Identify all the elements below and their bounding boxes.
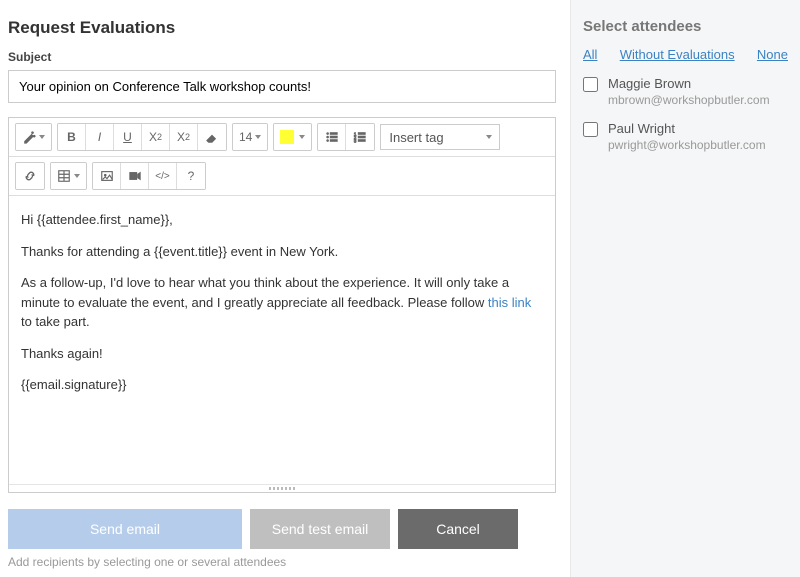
unordered-list-button[interactable] bbox=[318, 124, 346, 150]
resize-handle[interactable] bbox=[9, 484, 555, 492]
toolbar-row-2: </> ? bbox=[9, 157, 555, 196]
svg-text:3: 3 bbox=[354, 138, 357, 143]
attendee-checkbox[interactable] bbox=[583, 122, 598, 137]
filter-none[interactable]: None bbox=[757, 47, 788, 62]
font-size-select[interactable]: 14 bbox=[233, 124, 267, 150]
attendees-title: Select attendees bbox=[583, 18, 788, 35]
attendee-checkbox[interactable] bbox=[583, 77, 598, 92]
attendee-email: mbrown@workshopbutler.com bbox=[608, 93, 770, 107]
font-size-value: 14 bbox=[239, 130, 252, 144]
attendee-row: Paul Wright pwright@workshopbutler.com bbox=[583, 121, 788, 152]
attendee-row: Maggie Brown mbrown@workshopbutler.com bbox=[583, 76, 788, 107]
insert-tag-select[interactable]: Insert tag bbox=[380, 124, 500, 150]
highlight-color-button[interactable] bbox=[274, 124, 311, 150]
bold-button[interactable]: B bbox=[58, 124, 86, 150]
body-line: Hi {{attendee.first_name}}, bbox=[21, 210, 543, 230]
filter-without-evaluations[interactable]: Without Evaluations bbox=[620, 47, 735, 62]
body-line: Thanks for attending a {{event.title}} e… bbox=[21, 242, 543, 262]
cancel-button[interactable]: Cancel bbox=[398, 509, 518, 549]
attendee-email: pwright@workshopbutler.com bbox=[608, 138, 766, 152]
eraser-icon[interactable] bbox=[198, 124, 226, 150]
magic-icon[interactable] bbox=[16, 124, 51, 150]
subject-input[interactable] bbox=[8, 70, 556, 103]
send-test-email-button[interactable]: Send test email bbox=[250, 509, 390, 549]
filter-all[interactable]: All bbox=[583, 47, 597, 62]
help-icon[interactable]: ? bbox=[177, 163, 205, 189]
body-line: As a follow-up, I'd love to hear what yo… bbox=[21, 273, 543, 332]
attendee-name: Paul Wright bbox=[608, 121, 766, 136]
link-icon[interactable] bbox=[16, 163, 44, 189]
toolbar-row-1: B I U X2 X2 14 123 bbox=[9, 118, 555, 157]
code-view-button[interactable]: </> bbox=[149, 163, 177, 189]
action-bar: Send email Send test email Cancel bbox=[8, 509, 556, 549]
superscript-button[interactable]: X2 bbox=[142, 124, 170, 150]
body-text: to take part. bbox=[21, 314, 90, 329]
editor: B I U X2 X2 14 123 bbox=[8, 117, 556, 493]
body-line: Thanks again! bbox=[21, 344, 543, 364]
editor-content[interactable]: Hi {{attendee.first_name}}, Thanks for a… bbox=[9, 196, 555, 484]
subject-label: Subject bbox=[8, 50, 556, 64]
table-icon[interactable] bbox=[51, 163, 86, 189]
recipient-hint: Add recipients by selecting one or sever… bbox=[8, 555, 556, 569]
page-title: Request Evaluations bbox=[8, 18, 556, 38]
image-icon[interactable] bbox=[93, 163, 121, 189]
underline-button[interactable]: U bbox=[114, 124, 142, 150]
ordered-list-button[interactable]: 123 bbox=[346, 124, 374, 150]
attendee-name: Maggie Brown bbox=[608, 76, 770, 91]
body-text: As a follow-up, I'd love to hear what yo… bbox=[21, 275, 509, 310]
body-line: {{email.signature}} bbox=[21, 375, 543, 395]
send-email-button[interactable]: Send email bbox=[8, 509, 242, 549]
subscript-button[interactable]: X2 bbox=[170, 124, 198, 150]
video-icon[interactable] bbox=[121, 163, 149, 189]
attendee-filters: All Without Evaluations None bbox=[583, 47, 788, 62]
italic-button[interactable]: I bbox=[86, 124, 114, 150]
evaluation-link[interactable]: this link bbox=[488, 295, 531, 310]
